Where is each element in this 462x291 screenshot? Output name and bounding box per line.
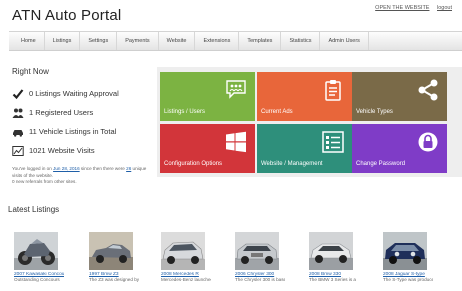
listing-description: The S-Type was produced xyxy=(383,277,433,282)
login-note-text: since then there were xyxy=(79,166,127,171)
nav-extensions[interactable]: Extensions xyxy=(195,32,240,50)
stat-text: 1021 Website Visits xyxy=(29,146,95,155)
stat-text: 11 Vehicle Listings in Total xyxy=(29,127,117,136)
listing-description: The BMW 3 Series is a xyxy=(309,277,356,282)
tile-vehicle-types[interactable]: Vehicle Types xyxy=(352,72,447,121)
tile-label: Listings / Users xyxy=(164,109,206,115)
clipboard-icon xyxy=(322,79,344,101)
main-nav: Home Listings Settings Payments Website … xyxy=(9,31,462,51)
listing-item[interactable]: 1997 Bmw Z3 The Z3 was designed by xyxy=(89,232,139,291)
stat-row: 11 Vehicle Listings in Total xyxy=(12,122,157,141)
nav-templates[interactable]: Templates xyxy=(239,32,282,50)
stat-text: 1 Registered Users xyxy=(29,108,94,117)
tile-label: Current Ads xyxy=(261,109,293,115)
open-website-link[interactable]: OPEN THE WEBSITE xyxy=(375,5,429,11)
nav-admin-users[interactable]: Admin Users xyxy=(320,32,369,50)
listing-thumbnail[interactable] xyxy=(235,232,279,270)
tile-listings-users[interactable]: Listings / Users xyxy=(160,72,255,121)
header-links: OPEN THE WEBSITE logout xyxy=(369,5,452,11)
tile-change-password[interactable]: Change Password xyxy=(352,124,447,173)
listing-thumbnail[interactable] xyxy=(89,232,133,270)
stat-row: 1 Registered Users xyxy=(12,103,157,122)
listing-thumbnail[interactable] xyxy=(309,232,353,270)
stat-row: 0 Listings Waiting Approval xyxy=(12,84,157,103)
listing-description: The Z3 was designed by xyxy=(89,277,139,282)
login-date-link[interactable]: Jun 28, 2016 xyxy=(53,166,80,171)
tile-website-management[interactable]: Website / Management xyxy=(257,124,352,173)
checkmark-icon xyxy=(12,88,24,100)
listing-thumbnail[interactable] xyxy=(161,232,205,270)
logout-link[interactable]: logout xyxy=(437,5,452,11)
nav-settings[interactable]: Settings xyxy=(80,32,118,50)
login-note: You've logged in on Jun 28, 2016 since t… xyxy=(12,166,154,186)
login-note-text: You've logged in on xyxy=(12,166,54,171)
nav-listings[interactable]: Listings xyxy=(45,32,81,50)
listing-description: Outstanding Concours xyxy=(14,277,60,282)
listing-description: The Chrysler 300 is based xyxy=(235,277,285,282)
stat-row: 1021 Website Visits xyxy=(12,141,157,160)
header: ATN Auto Portal OPEN THE WEBSITE logout xyxy=(0,0,462,34)
tile-label: Vehicle Types xyxy=(356,109,393,115)
listing-item[interactable]: 2007 Kawasaki Concours 14 Outstanding Co… xyxy=(14,232,64,291)
windows-icon xyxy=(225,131,247,153)
car-icon xyxy=(12,126,24,138)
listing-item[interactable]: 2008 Jaguar S-type The S-Type was produc… xyxy=(383,232,433,291)
tile-current-ads[interactable]: Current Ads xyxy=(257,72,352,121)
list-icon xyxy=(322,131,344,153)
dashboard-tiles: Listings / Users Current Ads Vehicle Typ… xyxy=(157,67,462,177)
tile-label: Configuration Options xyxy=(164,161,223,167)
nav-payments[interactable]: Payments xyxy=(117,32,159,50)
lock-icon xyxy=(417,131,439,153)
nav-home[interactable]: Home xyxy=(9,32,45,50)
listing-thumbnail[interactable] xyxy=(14,232,58,270)
listing-item[interactable]: 2008 Mercedes R Mercedes-Benz launched xyxy=(161,232,211,291)
latest-listings-heading: Latest Listings xyxy=(8,205,60,214)
app-title: ATN Auto Portal xyxy=(12,7,122,24)
stat-text: 0 Listings Waiting Approval xyxy=(29,89,119,98)
referrals-note: 0 new referrals from other sites. xyxy=(12,179,77,184)
right-now-heading: Right Now xyxy=(12,67,49,76)
listing-item[interactable]: 2008 Bmw 330 The BMW 3 Series is a xyxy=(309,232,359,291)
share-icon xyxy=(417,79,439,101)
listing-item[interactable]: 2006 Chrysler 300 The Chrysler 300 is ba… xyxy=(235,232,285,291)
listing-thumbnail[interactable] xyxy=(383,232,427,270)
tile-label: Website / Management xyxy=(261,161,323,167)
nav-statistics[interactable]: Statistics xyxy=(281,32,321,50)
nav-website[interactable]: Website xyxy=(159,32,196,50)
users-icon xyxy=(225,79,247,101)
users-icon xyxy=(12,107,24,119)
tile-configuration-options[interactable]: Configuration Options xyxy=(160,124,255,173)
right-now-panel: Right Now 0 Listings Waiting Approval 1 … xyxy=(12,67,157,186)
listing-description: Mercedes-Benz launched xyxy=(161,277,211,282)
tile-label: Change Password xyxy=(356,161,406,167)
chart-icon xyxy=(12,145,24,157)
